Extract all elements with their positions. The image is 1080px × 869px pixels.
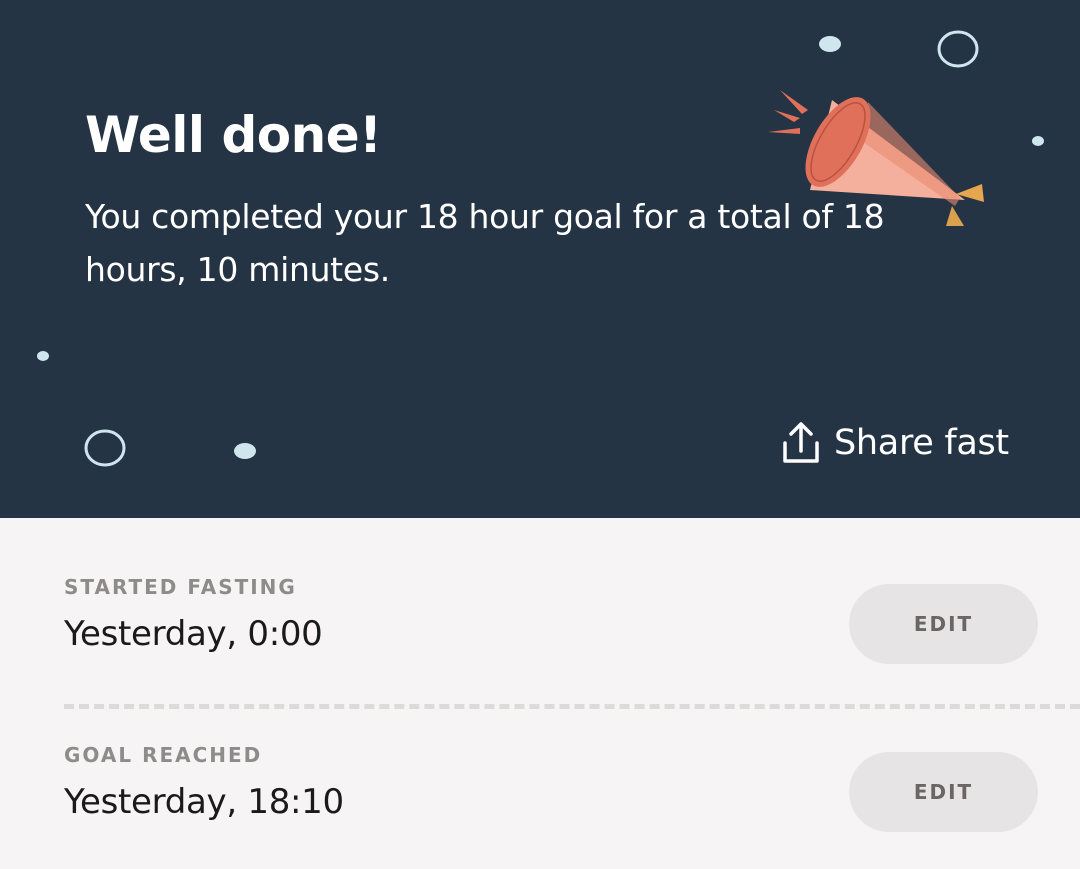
started-fasting-label: STARTED FASTING <box>64 575 297 599</box>
confetti-ring <box>937 30 979 68</box>
share-fast-label: Share fast <box>834 423 1009 463</box>
started-fasting-row: STARTED FASTING Yesterday, 0:00 EDIT <box>0 518 1080 664</box>
completion-banner: Well done! You completed your 18 hour go… <box>0 0 1080 518</box>
confetti-ring <box>84 429 126 467</box>
confetti-dot <box>234 443 256 459</box>
share-upload-icon <box>780 420 822 466</box>
fasting-times-list: STARTED FASTING Yesterday, 0:00 EDIT GOA… <box>0 518 1080 869</box>
confetti-dot <box>37 351 49 361</box>
goal-reached-row: GOAL REACHED Yesterday, 18:10 EDIT <box>0 686 1080 832</box>
started-fasting-time: Yesterday, 0:00 <box>64 614 323 654</box>
goal-reached-time: Yesterday, 18:10 <box>64 782 344 822</box>
goal-reached-label: GOAL REACHED <box>64 743 263 767</box>
confetti-dot <box>1032 136 1044 146</box>
edit-goal-time-button[interactable]: EDIT <box>849 752 1038 832</box>
edit-start-time-button[interactable]: EDIT <box>849 584 1038 664</box>
confetti-dot <box>819 36 841 52</box>
page-title: Well done! <box>85 106 382 164</box>
share-fast-button[interactable]: Share fast <box>780 416 1009 470</box>
completion-message: You completed your 18 hour goal for a to… <box>85 197 885 289</box>
